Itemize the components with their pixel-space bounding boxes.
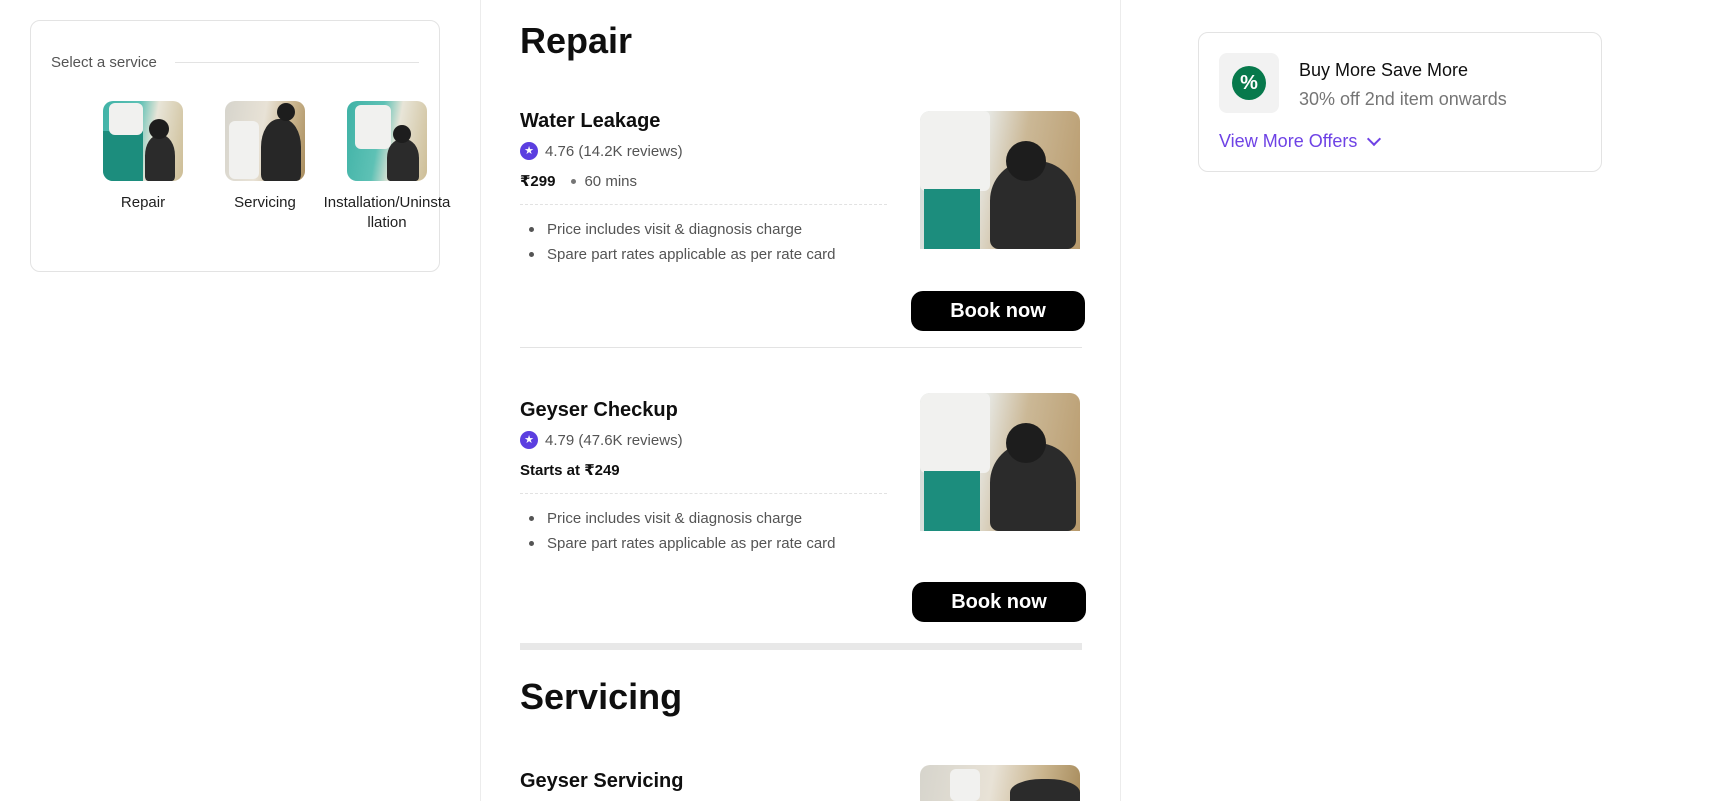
section-title-servicing: Servicing xyxy=(520,676,683,717)
dashed-divider xyxy=(520,204,887,205)
section-title-repair: Repair xyxy=(520,20,633,61)
servicing-thumbnail xyxy=(225,101,305,181)
installation-thumbnail xyxy=(347,101,427,181)
offer-subtitle: 30% off 2nd item onwards xyxy=(1299,89,1507,109)
percent-icon: % xyxy=(1232,66,1266,100)
service-option-label: Servicing xyxy=(234,194,296,211)
service-option-installation[interactable]: Installation/Uninstallation xyxy=(322,101,452,233)
dashed-divider xyxy=(520,493,887,494)
bullet-item: Spare part rates applicable as per rate … xyxy=(520,531,1085,556)
service-option-label: Repair xyxy=(120,194,166,211)
chevron-down-icon xyxy=(1367,131,1382,147)
service-option-servicing[interactable]: Servicing xyxy=(200,101,330,213)
geyser-checkup-image[interactable] xyxy=(920,393,1080,531)
item-price: ₹299 xyxy=(520,173,556,190)
item-divider xyxy=(520,347,1082,348)
rating-text: 4.79 (47.6K reviews) xyxy=(545,431,683,449)
star-icon: ★ xyxy=(520,431,538,449)
water-leakage-image[interactable] xyxy=(920,111,1080,249)
offer-title: Buy More Save More xyxy=(1299,60,1469,80)
service-option-repair[interactable]: Repair xyxy=(78,101,208,213)
service-selector-heading: Select a service xyxy=(51,54,157,71)
service-selector-card: Select a service Repair Servicing Instal… xyxy=(30,20,450,272)
offer-card: % Buy More Save More 30% off 2nd item on… xyxy=(1198,32,1602,172)
column-border xyxy=(1120,0,1121,801)
service-option-label: Installation/Uninstallation xyxy=(323,194,451,231)
column-border xyxy=(480,0,481,801)
book-now-button[interactable]: Book now xyxy=(911,291,1085,331)
view-more-offers-link[interactable]: View More Offers xyxy=(1219,131,1382,152)
offer-icon-wrapper: % xyxy=(1219,53,1279,113)
view-more-offers-label: View More Offers xyxy=(1219,131,1358,151)
item-duration: 60 mins xyxy=(584,172,637,190)
rating-text: 4.76 (14.2K reviews) xyxy=(545,142,683,160)
section-divider xyxy=(520,643,1082,650)
service-selector-header: Select a service xyxy=(51,54,419,71)
item-price: Starts at ₹249 xyxy=(520,462,620,479)
repair-thumbnail xyxy=(103,101,183,181)
geyser-servicing-image[interactable] xyxy=(920,765,1080,801)
separator-dot xyxy=(571,178,577,184)
divider xyxy=(174,62,419,63)
star-icon: ★ xyxy=(520,142,538,160)
book-now-button[interactable]: Book now xyxy=(912,582,1086,622)
